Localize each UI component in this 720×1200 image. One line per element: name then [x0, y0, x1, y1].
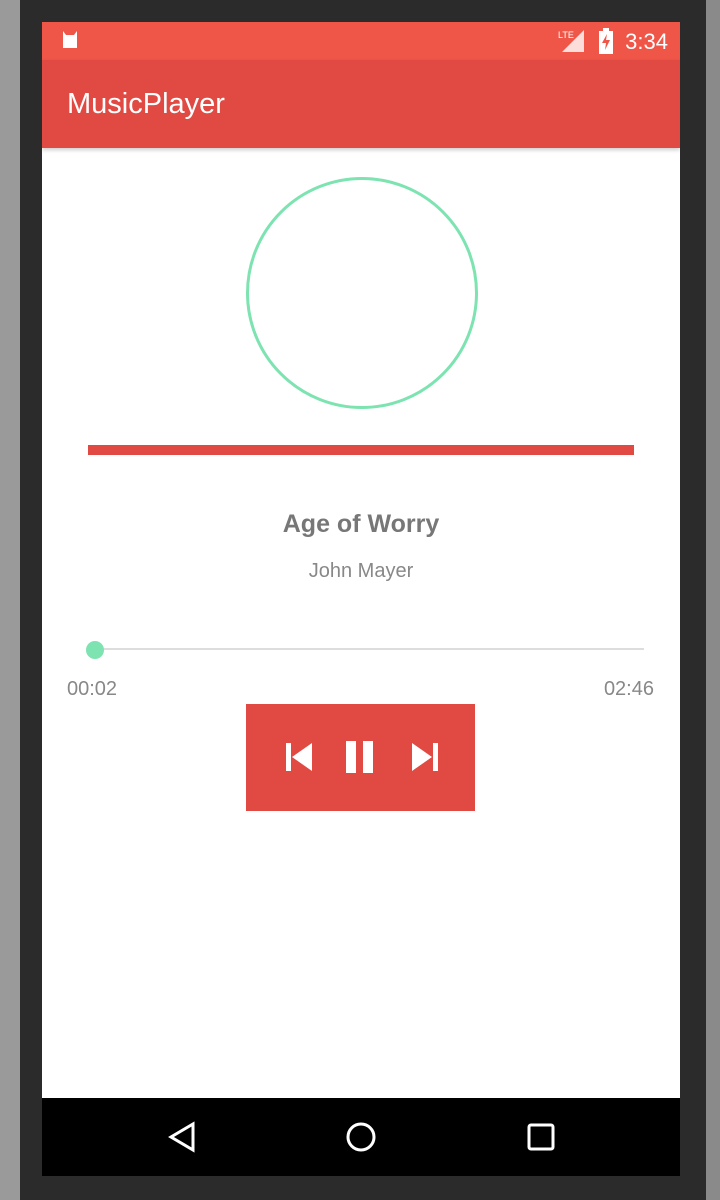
visualizer-bar [88, 445, 634, 455]
pause-button[interactable] [342, 739, 378, 775]
android-debug-icon [63, 31, 77, 48]
navigation-bar [42, 1098, 680, 1176]
recents-icon[interactable] [524, 1120, 558, 1154]
status-bar: LTE 3:34 [42, 22, 680, 60]
device-frame-left [0, 0, 20, 1200]
device-frame-right [706, 0, 720, 1200]
back-icon[interactable] [165, 1120, 199, 1154]
previous-button[interactable] [282, 739, 318, 775]
pause-icon [346, 741, 373, 773]
screen: LTE 3:34 MusicPlayer Age of Worry John M… [42, 22, 680, 1176]
playback-controls [246, 704, 475, 811]
elapsed-time: 00:02 [67, 678, 118, 700]
seek-bar[interactable] [88, 648, 644, 650]
next-icon [412, 743, 438, 771]
lte-signal-icon: LTE [558, 30, 584, 52]
previous-icon [286, 743, 312, 771]
seek-bar-thumb[interactable] [85, 641, 104, 659]
svg-text:LTE: LTE [558, 30, 574, 40]
next-button[interactable] [406, 739, 442, 775]
artist-name: John Mayer [308, 560, 414, 582]
total-duration: 02:46 [603, 678, 654, 700]
app-bar: MusicPlayer [42, 60, 680, 148]
home-icon[interactable] [344, 1120, 378, 1154]
album-art-circle [246, 177, 478, 409]
battery-charging-icon [599, 28, 613, 54]
status-time: 3:34 [625, 29, 668, 54]
app-title: MusicPlayer [67, 88, 225, 120]
song-title: Age of Worry [282, 510, 440, 538]
